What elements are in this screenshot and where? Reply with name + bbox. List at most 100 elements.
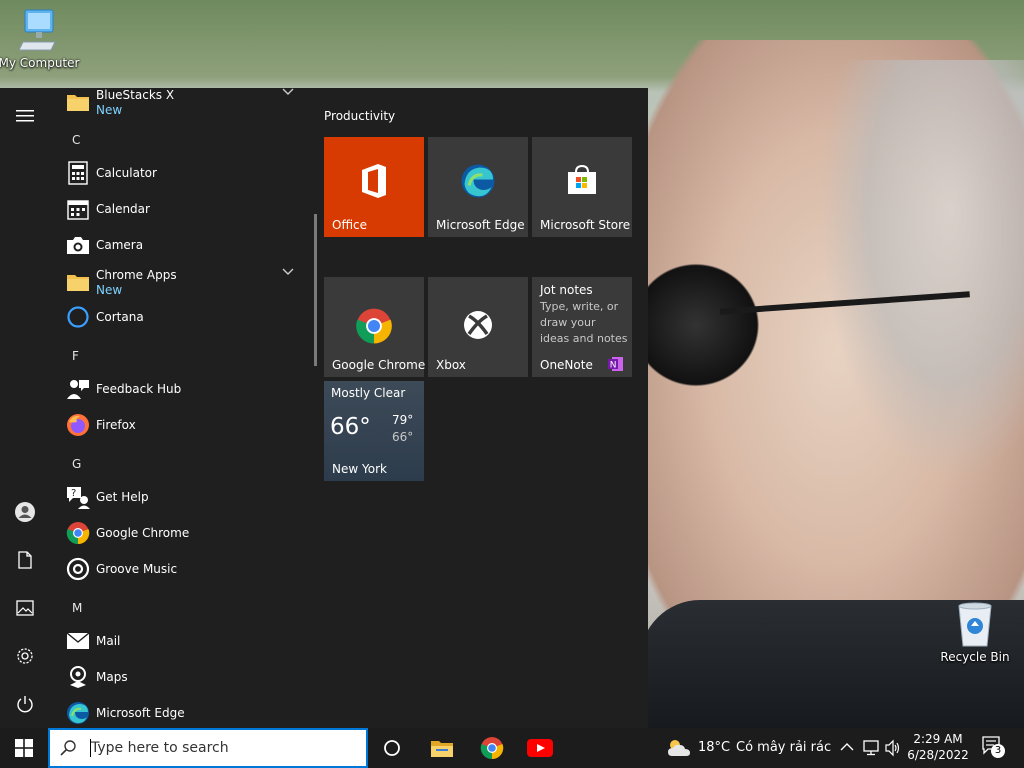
tile-label: Xbox bbox=[436, 358, 466, 372]
tile-label: Microsoft Store bbox=[540, 218, 631, 232]
app-item-chrome-apps[interactable]: Chrome Apps New bbox=[50, 264, 310, 300]
expand-menu-button[interactable] bbox=[0, 96, 50, 136]
new-badge: New bbox=[96, 282, 123, 297]
store-icon bbox=[568, 164, 596, 194]
svg-text:?: ? bbox=[71, 488, 76, 499]
start-menu-rail bbox=[0, 88, 50, 728]
taskbar-search-box[interactable]: Type here to search bbox=[48, 728, 368, 768]
start-menu: BlueStacks X New C Calculator Calendar C… bbox=[0, 88, 648, 728]
recycle-bin-label: Recycle Bin bbox=[940, 650, 1010, 664]
tile-label: OneNote bbox=[540, 358, 593, 372]
app-item-calculator[interactable]: Calculator bbox=[50, 155, 310, 191]
app-item-label: Microsoft Edge bbox=[96, 706, 185, 720]
tile-label: Office bbox=[332, 218, 368, 232]
taskbar-cortana-button[interactable] bbox=[368, 728, 416, 768]
mail-icon bbox=[66, 632, 90, 649]
wallpaper-glasses bbox=[648, 255, 768, 395]
tile-label: Microsoft Edge bbox=[436, 218, 525, 232]
weather-cloud-sun-icon[interactable] bbox=[666, 738, 692, 758]
app-item-maps[interactable]: Maps bbox=[50, 659, 310, 695]
taskbar-weather-desc[interactable]: Có mây rải rác bbox=[736, 740, 831, 755]
app-item-bluestacks[interactable]: BlueStacks X New bbox=[50, 88, 310, 120]
app-item-cortana[interactable]: Cortana bbox=[50, 299, 310, 335]
chevron-down-icon bbox=[282, 88, 294, 95]
chevron-up-icon[interactable] bbox=[840, 742, 854, 752]
tile-microsoft-store[interactable]: Microsoft Store bbox=[532, 137, 632, 237]
app-item-mail[interactable]: Mail bbox=[50, 623, 310, 659]
file-explorer-icon bbox=[431, 741, 453, 757]
network-icon[interactable] bbox=[862, 739, 880, 757]
calculator-icon bbox=[68, 161, 88, 185]
weather-condition: Mostly Clear bbox=[331, 386, 406, 400]
edge-icon bbox=[67, 702, 89, 724]
picture-icon bbox=[16, 600, 34, 616]
gear-icon bbox=[17, 648, 33, 664]
chrome-icon bbox=[480, 737, 504, 760]
app-item-label: Get Help bbox=[96, 490, 149, 504]
app-item-label: Maps bbox=[96, 670, 128, 684]
action-center-button[interactable]: 3 bbox=[980, 736, 1008, 760]
start-button[interactable] bbox=[0, 728, 48, 768]
volume-icon[interactable] bbox=[884, 739, 902, 757]
documents-button[interactable] bbox=[0, 540, 50, 580]
pictures-button[interactable] bbox=[0, 588, 50, 628]
tile-office[interactable]: Office bbox=[324, 137, 424, 237]
notification-count-badge: 3 bbox=[991, 744, 1005, 758]
onenote-tile-description: Type, write, or draw your ideas and note… bbox=[540, 300, 628, 345]
app-item-groove-music[interactable]: Groove Music bbox=[50, 551, 310, 587]
document-icon bbox=[18, 551, 32, 569]
app-item-label: Groove Music bbox=[96, 562, 178, 576]
app-item-label: Chrome Apps bbox=[96, 267, 177, 282]
user-icon bbox=[15, 502, 35, 522]
app-item-microsoft-edge[interactable]: Microsoft Edge bbox=[50, 695, 310, 728]
app-list-scrollbar[interactable] bbox=[314, 214, 317, 366]
settings-button[interactable] bbox=[0, 636, 50, 676]
app-item-camera[interactable]: Camera bbox=[50, 227, 310, 263]
cortana-icon bbox=[67, 306, 89, 328]
app-item-feedback-hub[interactable]: Feedback Hub bbox=[50, 371, 310, 407]
app-item-get-help[interactable]: ? Get Help bbox=[50, 479, 310, 515]
taskbar-file-explorer[interactable] bbox=[418, 728, 466, 768]
search-icon bbox=[60, 740, 76, 756]
taskbar-youtube[interactable] bbox=[516, 728, 564, 768]
app-item-label: Firefox bbox=[96, 418, 136, 432]
taskbar-google-chrome[interactable] bbox=[468, 728, 516, 768]
section-letter-c[interactable]: C bbox=[72, 125, 102, 155]
my-computer-desktop-icon[interactable]: My Computer bbox=[0, 6, 84, 70]
recycle-bin-desktop-icon[interactable]: Recycle Bin bbox=[930, 600, 1020, 664]
taskbar: Type here to search 18°C Có mây rải rác … bbox=[0, 728, 1024, 768]
tile-microsoft-edge[interactable]: Microsoft Edge bbox=[428, 137, 528, 237]
xbox-icon bbox=[464, 311, 492, 339]
power-button[interactable] bbox=[0, 684, 50, 724]
tile-xbox[interactable]: Xbox bbox=[428, 277, 528, 377]
tile-label: Google Chrome bbox=[332, 358, 426, 372]
app-item-firefox[interactable]: Firefox bbox=[50, 407, 310, 443]
section-letter-f[interactable]: F bbox=[72, 341, 102, 371]
app-item-google-chrome[interactable]: Google Chrome bbox=[50, 515, 310, 551]
section-letter-g[interactable]: G bbox=[72, 449, 102, 479]
hamburger-icon bbox=[16, 110, 34, 122]
tile-group-title[interactable]: Productivity bbox=[324, 109, 395, 123]
onenote-tile-title: Jot notes bbox=[540, 283, 593, 297]
taskbar-clock[interactable]: 2:29 AM 6/28/2022 bbox=[904, 731, 972, 763]
app-item-label: Camera bbox=[96, 238, 144, 252]
weather-city: New York bbox=[332, 462, 387, 476]
office-icon bbox=[362, 164, 386, 198]
clock-time: 2:29 AM bbox=[913, 732, 963, 746]
weather-low: 66° bbox=[392, 430, 414, 444]
tile-onenote[interactable]: Jot notes Type, write, or draw your idea… bbox=[532, 277, 632, 377]
weather-high: 79° bbox=[392, 413, 414, 427]
tile-google-chrome[interactable]: Google Chrome bbox=[324, 277, 426, 377]
weather-temperature: 66° bbox=[330, 414, 371, 440]
folder-icon bbox=[67, 275, 89, 291]
tile-weather[interactable]: Mostly Clear 66° 79° 66° New York bbox=[324, 381, 424, 481]
feedback-icon bbox=[67, 380, 89, 399]
cortana-icon bbox=[384, 740, 400, 756]
wallpaper-hair bbox=[820, 60, 1024, 480]
search-placeholder: Type here to search bbox=[91, 740, 229, 756]
account-button[interactable] bbox=[0, 492, 50, 532]
youtube-icon bbox=[527, 739, 553, 757]
section-letter-m[interactable]: M bbox=[72, 593, 102, 623]
taskbar-weather-temp[interactable]: 18°C bbox=[698, 740, 730, 755]
app-item-calendar[interactable]: Calendar bbox=[50, 191, 310, 227]
